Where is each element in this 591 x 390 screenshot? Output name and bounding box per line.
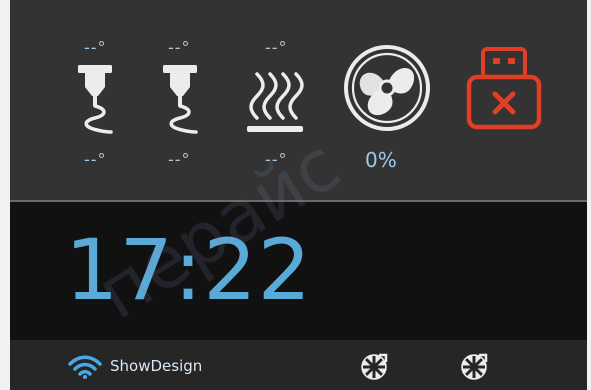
filament-spool-1-icon[interactable]: [359, 352, 389, 382]
printer-screen: --° --° --° --° --° --° 0% 17:22 ShowDes…: [10, 0, 587, 390]
extruder1-target-temp: --°: [84, 38, 107, 57]
extruder2-nozzle-icon[interactable]: [159, 62, 201, 138]
usb-error-icon[interactable]: [465, 45, 543, 131]
extruder2-current-temp: --°: [168, 150, 191, 169]
fan-speed-value: 0%: [365, 148, 397, 172]
extruder1-nozzle-icon[interactable]: [74, 62, 116, 138]
bed-target-temp: --°: [265, 38, 288, 57]
extruder2-target-temp: --°: [168, 38, 191, 57]
wifi-network-name: ShowDesign: [110, 357, 203, 375]
wifi-icon[interactable]: [68, 355, 102, 379]
bed-current-temp: --°: [265, 150, 288, 169]
clock-display: 17:22: [65, 221, 313, 319]
extruder1-current-temp: --°: [84, 150, 107, 169]
fan-icon[interactable]: [341, 42, 433, 134]
filament-spool-2-icon[interactable]: [459, 352, 489, 382]
heated-bed-icon[interactable]: [243, 64, 305, 136]
